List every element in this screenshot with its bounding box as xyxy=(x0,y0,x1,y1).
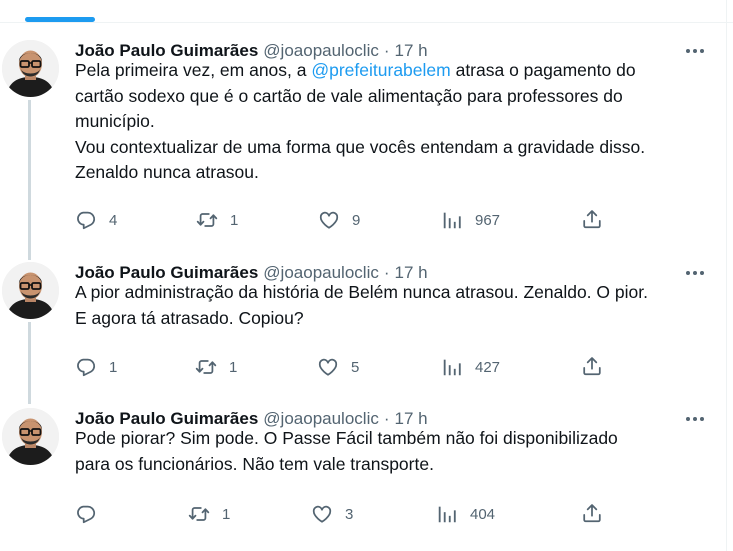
reply-icon xyxy=(77,358,96,377)
tweet-1[interactable]: João Paulo Guimarães @joaopauloclic · 17… xyxy=(0,40,726,240)
view-count: 427 xyxy=(475,358,501,376)
heart-icon xyxy=(318,358,338,376)
reply-icon xyxy=(77,505,96,524)
text-line: município. xyxy=(75,111,155,131)
like-button[interactable]: 9 xyxy=(318,208,360,232)
like-count: 9 xyxy=(352,211,361,229)
like-button[interactable]: 5 xyxy=(317,355,359,379)
like-count: 3 xyxy=(345,505,354,523)
share-icon[interactable] xyxy=(581,208,603,230)
retweet-count: 1 xyxy=(222,505,231,523)
action-bar: 1 3 404 xyxy=(0,502,726,526)
reply-count: 4 xyxy=(109,211,118,229)
retweet-icon xyxy=(188,507,210,521)
text-segment: atrasa o pagamento do xyxy=(450,60,636,80)
views-icon xyxy=(443,358,461,377)
tweet-3[interactable]: João Paulo Guimarães @joaopauloclic · 17… xyxy=(0,408,726,538)
text-line: A pior administração da história de Belé… xyxy=(75,282,648,302)
tweet-text: A pior administração da história de Belé… xyxy=(75,280,715,331)
views-icon xyxy=(438,505,456,524)
share-icon[interactable] xyxy=(581,355,603,377)
action-bar: 4 1 9 967 xyxy=(0,208,726,232)
avatar[interactable] xyxy=(2,40,59,97)
retweet-count: 1 xyxy=(230,211,239,229)
views-button[interactable]: 404 xyxy=(436,502,495,526)
retweet-icon xyxy=(196,213,218,227)
retweet-count: 1 xyxy=(229,358,238,376)
text-line: Vou contextualizar de uma forma que você… xyxy=(75,136,646,157)
heart-icon xyxy=(319,211,339,229)
avatar[interactable] xyxy=(2,408,59,465)
views-button[interactable]: 967 xyxy=(441,208,500,232)
text-line: Pode piorar? Sim pode. O Passe Fácil tam… xyxy=(75,428,618,448)
text-line: cartão sodexo que é o cartão de vale ali… xyxy=(75,85,623,106)
like-button[interactable]: 3 xyxy=(311,502,353,526)
retweet-icon xyxy=(195,360,217,374)
reply-button[interactable]: 1 xyxy=(75,355,117,379)
heart-icon xyxy=(312,505,332,523)
text-line: E agora tá atrasado. Copiou? xyxy=(75,307,304,328)
action-bar: 1 1 5 427 xyxy=(0,355,726,379)
reply-icon xyxy=(77,211,96,230)
reply-button[interactable] xyxy=(75,502,109,526)
avatar[interactable] xyxy=(2,262,59,319)
view-count: 967 xyxy=(475,211,501,229)
views-icon xyxy=(443,211,461,230)
column-border xyxy=(726,0,727,551)
reply-count: 1 xyxy=(109,358,118,376)
retweet-button[interactable]: 1 xyxy=(188,502,230,526)
text-line: Zenaldo nunca atrasou. xyxy=(75,162,259,182)
tweet-text: Pela primeira vez, em anos, a @prefeitur… xyxy=(75,58,715,186)
view-count: 404 xyxy=(470,505,496,523)
text-line: para os funcionários. Não tem vale trans… xyxy=(75,453,434,474)
divider xyxy=(0,22,733,23)
reply-button[interactable]: 4 xyxy=(75,208,117,232)
retweet-button[interactable]: 1 xyxy=(196,208,238,232)
views-button[interactable]: 427 xyxy=(441,355,500,379)
text-segment: Pela primeira vez, em anos, a xyxy=(75,60,312,80)
share-icon[interactable] xyxy=(581,502,603,524)
tweet-2[interactable]: João Paulo Guimarães @joaopauloclic · 17… xyxy=(0,262,726,392)
mention-link[interactable]: @prefeiturabelem xyxy=(311,60,450,80)
retweet-button[interactable]: 1 xyxy=(195,355,237,379)
like-count: 5 xyxy=(351,358,360,376)
tweet-text: Pode piorar? Sim pode. O Passe Fácil tam… xyxy=(75,426,715,477)
